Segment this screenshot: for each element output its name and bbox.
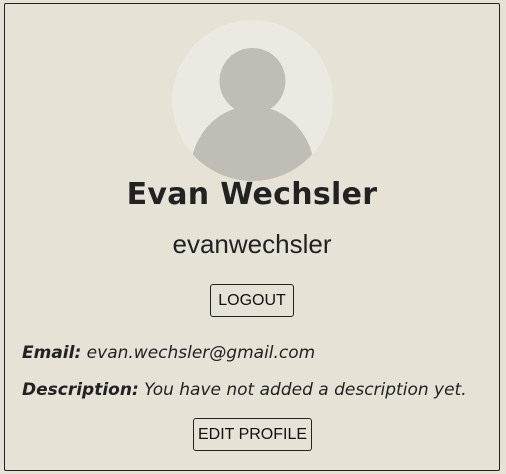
profile-username: evanwechsler [172, 229, 332, 259]
description-value: You have not added a description yet. [144, 380, 467, 400]
email-row: Email: evan.wechsler@gmail.com [22, 343, 315, 363]
default-avatar-icon [172, 20, 333, 181]
profile-card: Evan Wechsler evanwechsler LOGOUT Email:… [4, 3, 500, 471]
description-label: Description: [22, 380, 139, 400]
email-label: Email: [22, 343, 82, 363]
email-value: evan.wechsler@gmail.com [86, 343, 316, 363]
logout-button[interactable]: LOGOUT [210, 284, 294, 317]
profile-name: Evan Wechsler [126, 177, 378, 212]
description-row: Description: You have not added a descri… [22, 380, 467, 400]
edit-profile-button[interactable]: EDIT PROFILE [193, 418, 312, 451]
